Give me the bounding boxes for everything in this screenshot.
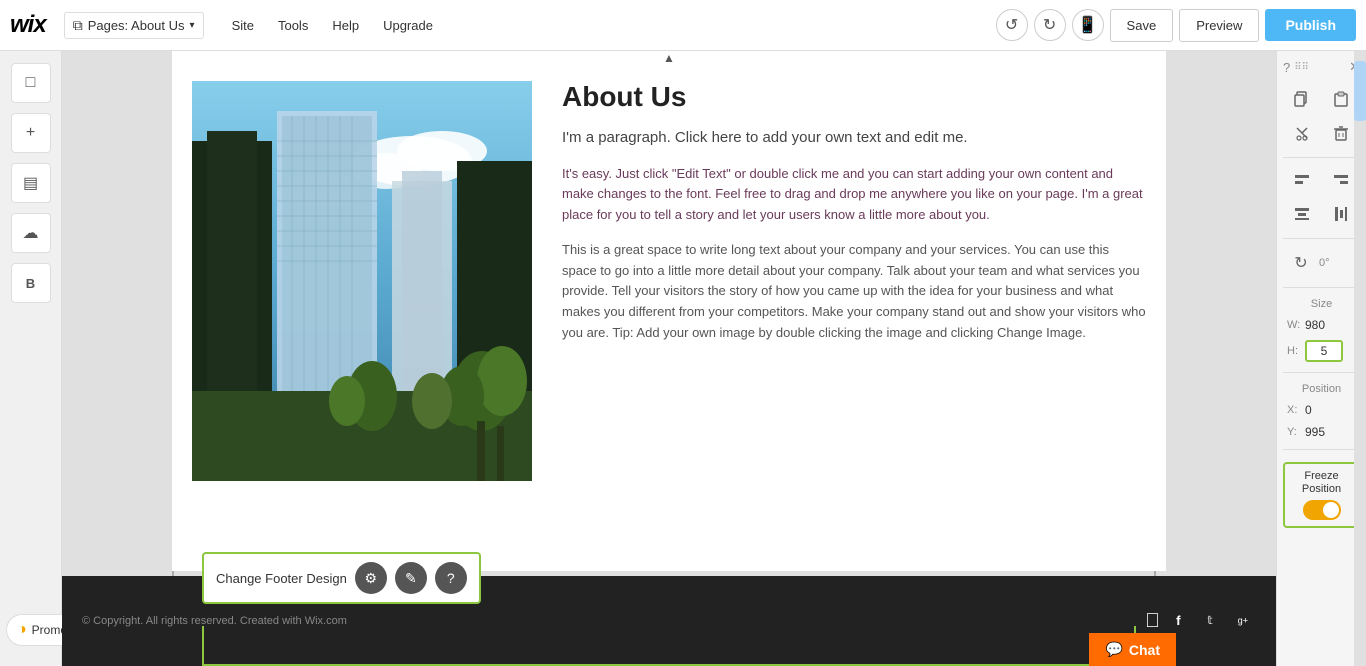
chat-button[interactable]: 💬 Chat bbox=[1089, 633, 1176, 666]
nav-site[interactable]: Site bbox=[222, 12, 264, 39]
x-value: 0 bbox=[1305, 403, 1356, 417]
topbar-right: ↺ ↻ 📱 Save Preview Publish bbox=[996, 9, 1356, 42]
panel-divider-2 bbox=[1283, 238, 1360, 239]
pages-button[interactable]: ⧉ Pages: About Us ▾ bbox=[64, 12, 204, 39]
left-sidebar: □ + ▤ ☁ B ◑ Promote bbox=[0, 51, 62, 666]
topbar: wix ⧉ Pages: About Us ▾ Site Tools Help … bbox=[0, 0, 1366, 51]
svg-text:g+: g+ bbox=[1238, 615, 1248, 625]
sidebar-icon-add[interactable]: + bbox=[11, 113, 51, 153]
align-right-button[interactable] bbox=[1327, 166, 1355, 194]
freeze-toggle[interactable] bbox=[1303, 500, 1341, 520]
copy-button[interactable] bbox=[1288, 85, 1316, 113]
paste-button[interactable] bbox=[1327, 85, 1355, 113]
align-left-button[interactable] bbox=[1288, 166, 1316, 194]
y-value: 995 bbox=[1305, 425, 1356, 439]
sidebar-icon-square[interactable]: □ bbox=[11, 63, 51, 103]
align-center-v-button[interactable] bbox=[1327, 200, 1355, 228]
nav-links: Site Tools Help Upgrade bbox=[222, 12, 443, 39]
right-panel: ? ⠿⠿ ✕ bbox=[1276, 51, 1366, 666]
canvas-top-arrow[interactable]: ▲ bbox=[663, 51, 675, 65]
x-label: X: bbox=[1287, 404, 1301, 416]
rotate-value: 0° bbox=[1319, 257, 1330, 269]
height-label: H: bbox=[1287, 345, 1301, 357]
nav-help[interactable]: Help bbox=[322, 12, 369, 39]
about-para1[interactable]: It's easy. Just click "Edit Text" or dou… bbox=[562, 164, 1146, 226]
cut-button[interactable] bbox=[1288, 119, 1316, 147]
about-image-container bbox=[192, 81, 532, 541]
promote-icon: ◑ bbox=[17, 621, 27, 639]
about-section: About Us I'm a paragraph. Click here to … bbox=[172, 51, 1166, 571]
about-image[interactable] bbox=[192, 81, 532, 481]
width-field: W: 980 bbox=[1287, 318, 1356, 332]
footer-design-popup: Change Footer Design ⚙ ✎ ? bbox=[202, 552, 481, 604]
main-layout: □ + ▤ ☁ B ◑ Promote bbox=[0, 51, 1366, 666]
footer-edit-button[interactable]: ✎ bbox=[395, 562, 427, 594]
panel-rotate-row: ↻ 0° bbox=[1287, 249, 1356, 277]
right-scrollbar[interactable] bbox=[1354, 51, 1366, 666]
about-text: About Us I'm a paragraph. Click here to … bbox=[562, 81, 1146, 541]
panel-divider-1 bbox=[1283, 157, 1360, 158]
panel-divider-4 bbox=[1283, 372, 1360, 373]
chat-label: Chat bbox=[1129, 642, 1160, 658]
footer-copyright: © Copyright. All rights reserved. Create… bbox=[82, 615, 1145, 627]
mobile-view-button[interactable]: 📱 bbox=[1072, 9, 1104, 41]
about-title: About Us bbox=[562, 81, 1146, 113]
delete-button[interactable] bbox=[1327, 119, 1355, 147]
panel-grid-icon: ⠿⠿ bbox=[1294, 62, 1349, 73]
footer-social:  f 𝕥 g+ bbox=[1145, 610, 1256, 633]
save-button[interactable]: Save bbox=[1110, 9, 1174, 42]
wix-logo: wix bbox=[10, 11, 46, 39]
change-footer-label: Change Footer Design bbox=[216, 571, 347, 586]
canvas-area: About Us I'm a paragraph. Click here to … bbox=[62, 51, 1276, 666]
rotate-icon[interactable]: ↻ bbox=[1287, 249, 1315, 277]
height-field: H: bbox=[1287, 340, 1356, 362]
footer-help-button[interactable]: ? bbox=[435, 562, 467, 594]
svg-text:𝕥: 𝕥 bbox=[1207, 614, 1213, 627]
chevron-down-icon: ▾ bbox=[190, 20, 195, 31]
freeze-position-box: FreezePosition bbox=[1283, 462, 1360, 528]
scrollbar-thumb[interactable] bbox=[1354, 61, 1366, 121]
width-value: 980 bbox=[1305, 318, 1356, 332]
page-canvas: About Us I'm a paragraph. Click here to … bbox=[172, 51, 1166, 571]
pages-icon: ⧉ bbox=[73, 17, 83, 34]
panel-align-row2 bbox=[1283, 200, 1360, 228]
sidebar-icon-blog[interactable]: B bbox=[11, 263, 51, 303]
freeze-label: FreezePosition bbox=[1291, 470, 1352, 496]
twitter-icon[interactable]: 𝕥 bbox=[1204, 610, 1224, 630]
panel-divider-3 bbox=[1283, 287, 1360, 288]
y-field: Y: 995 bbox=[1287, 425, 1356, 439]
nav-tools[interactable]: Tools bbox=[268, 12, 318, 39]
toggle-knob bbox=[1323, 502, 1339, 518]
pages-label: Pages: About Us bbox=[88, 18, 185, 33]
about-subtitle[interactable]: I'm a paragraph. Click here to add your … bbox=[562, 127, 1146, 150]
facebook-icon[interactable]:  bbox=[1145, 610, 1160, 633]
gplus-icon[interactable]: g+ bbox=[1236, 610, 1256, 630]
width-label: W: bbox=[1287, 319, 1301, 331]
facebook-icon[interactable]: f bbox=[1172, 610, 1192, 630]
nav-upgrade[interactable]: Upgrade bbox=[373, 12, 443, 39]
panel-question-icon[interactable]: ? bbox=[1283, 60, 1290, 75]
footer-gear-button[interactable]: ⚙ bbox=[355, 562, 387, 594]
sidebar-icon-upload[interactable]: ☁ bbox=[11, 213, 51, 253]
preview-button[interactable]: Preview bbox=[1179, 9, 1259, 42]
undo-button[interactable]: ↺ bbox=[996, 9, 1028, 41]
sidebar-icon-apps[interactable]: ▤ bbox=[11, 163, 51, 203]
redo-button[interactable]: ↻ bbox=[1034, 9, 1066, 41]
position-label: Position bbox=[1283, 383, 1360, 395]
align-center-h-button[interactable] bbox=[1288, 200, 1316, 228]
y-label: Y: bbox=[1287, 426, 1301, 438]
publish-button[interactable]: Publish bbox=[1265, 9, 1356, 41]
panel-align-row1 bbox=[1283, 166, 1360, 194]
about-para2[interactable]: This is a great space to write long text… bbox=[562, 240, 1146, 344]
x-field: X: 0 bbox=[1287, 403, 1356, 417]
panel-divider-5 bbox=[1283, 449, 1360, 450]
svg-text:f: f bbox=[1176, 613, 1181, 628]
chat-icon: 💬 bbox=[1105, 641, 1122, 658]
height-input[interactable] bbox=[1305, 340, 1343, 362]
size-label: Size bbox=[1283, 298, 1360, 310]
panel-actions-row bbox=[1283, 85, 1360, 113]
panel-cut-delete-row bbox=[1283, 119, 1360, 147]
